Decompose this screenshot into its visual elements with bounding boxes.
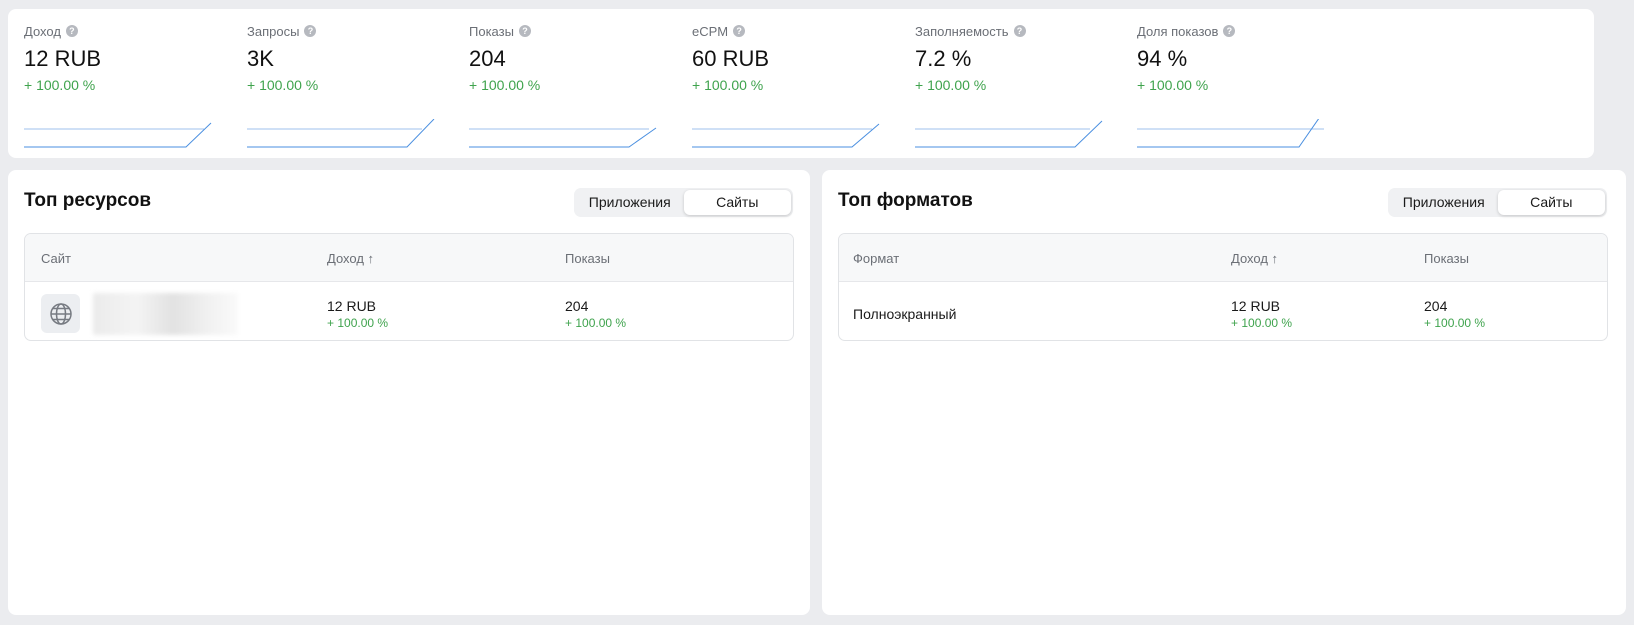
income-value: 12 RUB bbox=[1231, 298, 1281, 314]
question-circle-icon[interactable]: ? bbox=[1013, 25, 1026, 37]
table-row[interactable]: Полноэкранный 12 RUB + 100.00 % 204 + 10… bbox=[839, 282, 1607, 340]
income-delta: + 100.00 % bbox=[1231, 316, 1293, 330]
column-income[interactable]: Доход ↑ bbox=[327, 251, 374, 266]
metric-delta: + 100.00 % bbox=[24, 77, 96, 93]
format-name: Полноэкранный bbox=[853, 306, 957, 322]
metric-value: 60 RUB bbox=[692, 46, 770, 71]
sparkline-chart bbox=[915, 120, 1103, 148]
metric-delta: + 100.00 % bbox=[1137, 77, 1209, 93]
metric-value: 7.2 % bbox=[915, 46, 972, 71]
metric-delta: + 100.00 % bbox=[247, 77, 319, 93]
metric-value: 3K bbox=[247, 46, 274, 71]
panel-title: Топ форматов bbox=[838, 190, 973, 211]
source-toggle: Приложения Сайты bbox=[1388, 188, 1607, 217]
column-shows[interactable]: Показы bbox=[1424, 251, 1469, 266]
question-circle-icon[interactable]: ? bbox=[1223, 25, 1236, 37]
metric-income: Доход ? 12 RUB + 100.00 % bbox=[24, 23, 224, 148]
column-income[interactable]: Доход ↑ bbox=[1231, 251, 1278, 266]
metric-value: 204 bbox=[469, 46, 506, 71]
metric-label: Заполняемость bbox=[915, 23, 1009, 39]
top-formats-panel: Топ форматов Приложения Сайты Формат Дох… bbox=[822, 170, 1626, 615]
question-circle-icon[interactable]: ? bbox=[304, 25, 317, 37]
metric-label: eCPM bbox=[692, 23, 729, 39]
income-delta: + 100.00 % bbox=[327, 316, 389, 330]
question-circle-icon[interactable]: ? bbox=[733, 25, 746, 37]
toggle-sites[interactable]: Сайты bbox=[1497, 190, 1605, 215]
toggle-apps[interactable]: Приложения bbox=[576, 190, 684, 215]
metric-share: Доля показов ? 94 % + 100.00 % bbox=[1137, 23, 1337, 148]
metric-label: Показы bbox=[469, 23, 514, 39]
table-row[interactable]: 12 RUB + 100.00 % 204 + 100.00 % bbox=[25, 282, 793, 340]
globe-icon bbox=[41, 294, 80, 333]
question-circle-icon[interactable]: ? bbox=[518, 25, 531, 37]
sparkline-chart bbox=[692, 123, 880, 148]
shows-value: 204 bbox=[1424, 298, 1448, 314]
site-name-redacted bbox=[93, 293, 238, 335]
shows-delta: + 100.00 % bbox=[1424, 316, 1486, 330]
metric-shows: Показы ? 204 + 100.00 % bbox=[469, 23, 669, 148]
shows-delta: + 100.00 % bbox=[565, 316, 627, 330]
metric-label: Доход bbox=[24, 23, 61, 39]
sparkline-chart bbox=[247, 119, 435, 148]
metric-label: Доля показов bbox=[1137, 23, 1219, 39]
sparkline-chart bbox=[469, 127, 657, 148]
income-value: 12 RUB bbox=[327, 298, 377, 314]
table-header: Сайт Доход ↑ Показы bbox=[25, 234, 793, 282]
table-header: Формат Доход ↑ Показы bbox=[839, 234, 1607, 282]
sparkline-chart bbox=[1137, 119, 1324, 148]
metric-label: Запросы bbox=[247, 23, 300, 39]
source-toggle: Приложения Сайты bbox=[574, 188, 793, 217]
question-circle-icon[interactable]: ? bbox=[65, 25, 78, 37]
toggle-apps[interactable]: Приложения bbox=[1390, 190, 1498, 215]
sparkline-chart bbox=[24, 122, 212, 148]
metric-delta: + 100.00 % bbox=[469, 77, 541, 93]
metrics-card: Доход ? 12 RUB + 100.00 % Запросы ? 3K +… bbox=[8, 9, 1594, 158]
shows-value: 204 bbox=[565, 298, 589, 314]
column-site[interactable]: Сайт bbox=[41, 251, 71, 266]
resources-table: Сайт Доход ↑ Показы 12 RUB + 100.00 % 20… bbox=[24, 233, 794, 341]
toggle-sites[interactable]: Сайты bbox=[683, 190, 791, 215]
metric-delta: + 100.00 % bbox=[692, 77, 764, 93]
metric-requests: Запросы ? 3K + 100.00 % bbox=[247, 23, 447, 148]
column-shows[interactable]: Показы bbox=[565, 251, 610, 266]
metric-delta: + 100.00 % bbox=[915, 77, 987, 93]
formats-table: Формат Доход ↑ Показы Полноэкранный 12 R… bbox=[838, 233, 1608, 341]
column-format[interactable]: Формат bbox=[853, 251, 899, 266]
metric-ecpm: eCPM ? 60 RUB + 100.00 % bbox=[692, 23, 892, 148]
metric-fillrate: Заполняемость ? 7.2 % + 100.00 % bbox=[915, 23, 1115, 148]
metric-value: 94 % bbox=[1137, 46, 1188, 71]
panel-title: Топ ресурсов bbox=[24, 190, 152, 211]
top-resources-panel: Топ ресурсов Приложения Сайты Сайт Доход… bbox=[8, 170, 810, 615]
metric-value: 12 RUB bbox=[24, 46, 102, 71]
